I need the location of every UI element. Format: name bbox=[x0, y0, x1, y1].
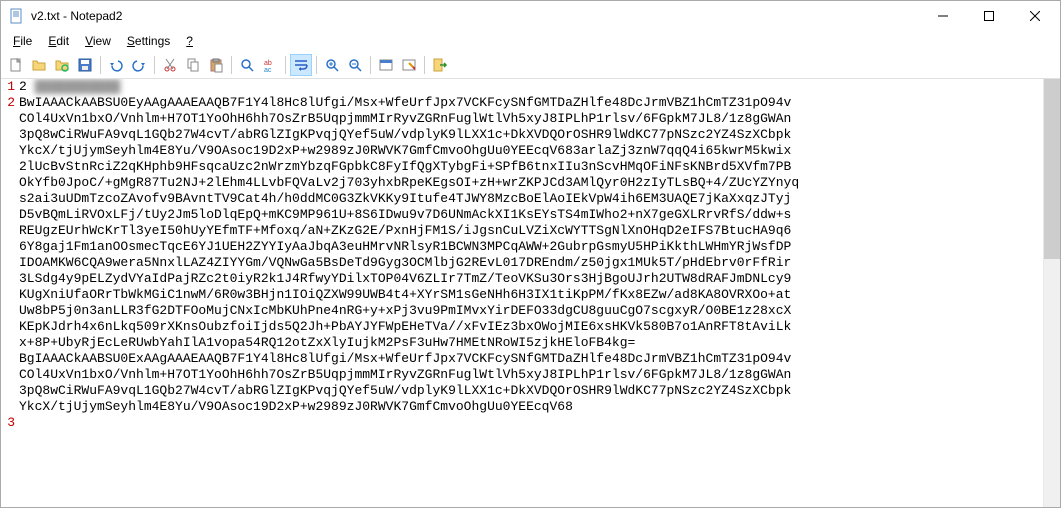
menu-view[interactable]: View bbox=[77, 32, 119, 50]
svg-text:ab: ab bbox=[264, 60, 272, 67]
editor[interactable]: 1 2 3 2 ███████████BwIAAACkAABSU0EyAAgAA… bbox=[1, 79, 1060, 507]
undo-button[interactable] bbox=[105, 54, 127, 76]
menubar: File Edit View Settings ? bbox=[1, 31, 1060, 51]
menu-file[interactable]: File bbox=[5, 32, 40, 50]
app-icon bbox=[9, 8, 25, 24]
toolbar-separator bbox=[370, 56, 371, 74]
menu-settings[interactable]: Settings bbox=[119, 32, 178, 50]
toolbar-separator bbox=[424, 56, 425, 74]
titlebar: v2.txt - Notepad2 bbox=[1, 1, 1060, 31]
zoom-in-button[interactable] bbox=[321, 54, 343, 76]
save-button[interactable] bbox=[74, 54, 96, 76]
toolbar-separator bbox=[316, 56, 317, 74]
word-wrap-button[interactable] bbox=[290, 54, 312, 76]
browse-button[interactable] bbox=[51, 54, 73, 76]
menu-help[interactable]: ? bbox=[178, 32, 201, 50]
window-title: v2.txt - Notepad2 bbox=[31, 9, 920, 23]
close-button[interactable] bbox=[1012, 1, 1058, 31]
redo-button[interactable] bbox=[128, 54, 150, 76]
open-file-button[interactable] bbox=[28, 54, 50, 76]
vertical-scrollbar[interactable] bbox=[1043, 79, 1060, 507]
maximize-button[interactable] bbox=[966, 1, 1012, 31]
toolbar: abac bbox=[1, 51, 1060, 79]
toolbar-separator bbox=[154, 56, 155, 74]
cut-button[interactable] bbox=[159, 54, 181, 76]
toolbar-separator bbox=[285, 56, 286, 74]
menu-edit[interactable]: Edit bbox=[40, 32, 77, 50]
toolbar-separator bbox=[231, 56, 232, 74]
paste-button[interactable] bbox=[205, 54, 227, 76]
new-file-button[interactable] bbox=[5, 54, 27, 76]
zoom-out-button[interactable] bbox=[344, 54, 366, 76]
minimize-button[interactable] bbox=[920, 1, 966, 31]
find-button[interactable] bbox=[236, 54, 258, 76]
line-number-gutter: 1 2 3 bbox=[1, 79, 19, 507]
scrollbar-thumb[interactable] bbox=[1044, 79, 1060, 259]
copy-button[interactable] bbox=[182, 54, 204, 76]
customize-button[interactable] bbox=[398, 54, 420, 76]
exit-button[interactable] bbox=[429, 54, 451, 76]
replace-button[interactable]: abac bbox=[259, 54, 281, 76]
scheme-button[interactable] bbox=[375, 54, 397, 76]
toolbar-separator bbox=[100, 56, 101, 74]
text-area[interactable]: 2 ███████████BwIAAACkAABSU0EyAAgAAAEAAQB… bbox=[19, 79, 1043, 507]
svg-text:ac: ac bbox=[264, 67, 272, 73]
